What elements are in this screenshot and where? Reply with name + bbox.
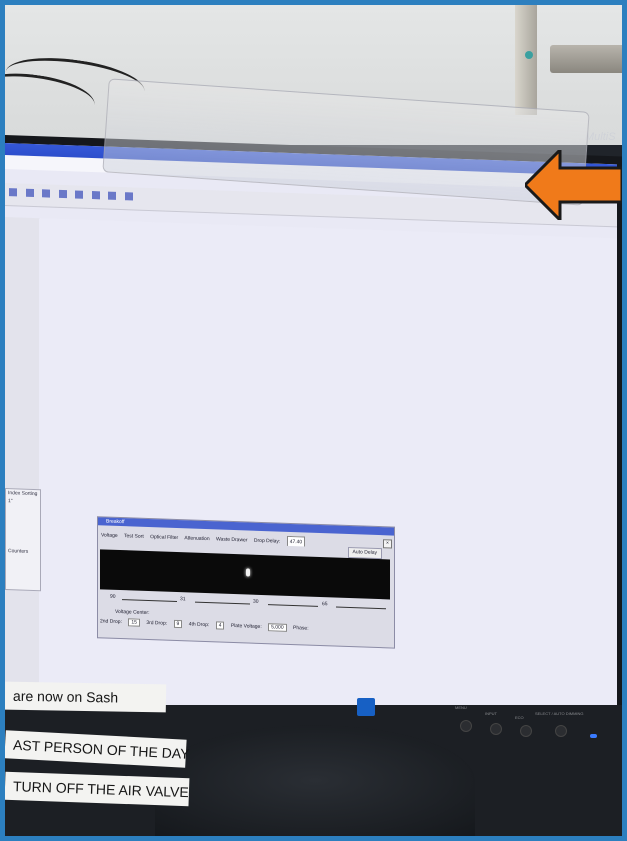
hw-label: SELECT / AUTO DIMMING — [535, 711, 584, 716]
drop3-label: 3rd Drop: — [146, 619, 168, 627]
hw-label: ECO — [515, 715, 524, 720]
toolbar-icon[interactable] — [58, 189, 67, 199]
power-led-icon — [590, 734, 597, 738]
left-panel — [5, 217, 40, 699]
eco-hw-button[interactable] — [520, 725, 532, 737]
screw-icon — [525, 51, 533, 59]
drop3-input[interactable]: 9 — [173, 619, 183, 629]
drop2-label: 2nd Drop: — [100, 618, 122, 626]
note-label: are now on Sash — [5, 681, 167, 713]
breakoff-dialog: Breakoff × Voltage Test Sort Optical Fil… — [97, 516, 395, 649]
toolbar-icon[interactable] — [124, 192, 133, 201]
select-hw-button[interactable] — [555, 725, 567, 737]
optical-filter-toggle[interactable]: Optical Filter — [150, 534, 178, 541]
photo-frame: MultiS Index Sorting 1" Counters Breakof… — [5, 5, 622, 836]
drop2-input[interactable]: 15 — [128, 618, 140, 627]
hw-label: MENU — [455, 705, 467, 710]
toolbar-icon[interactable] — [25, 188, 34, 197]
drop4-label: 4th Drop: — [188, 621, 210, 629]
attenuation-toggle[interactable]: Attenuation — [184, 535, 209, 542]
slider-track[interactable] — [122, 599, 177, 603]
hw-label: INPUT — [485, 711, 497, 716]
droplet — [246, 568, 250, 577]
monitor-screen: Index Sorting 1" Counters Breakoff × Vol… — [5, 143, 617, 725]
monitor-stand — [155, 725, 475, 836]
close-icon[interactable]: × — [383, 539, 392, 549]
slider-value: 30 — [253, 598, 259, 605]
slider-track[interactable] — [336, 606, 386, 610]
panel-line: Counters — [8, 548, 29, 555]
monitor-buttons: MENU INPUT ECO SELECT / AUTO DIMMING — [355, 695, 615, 737]
mounting-post — [515, 5, 537, 115]
toolbar-icon[interactable] — [108, 191, 117, 200]
menu-hw-button[interactable] — [460, 720, 472, 732]
drop-delay-label: Drop Delay: — [253, 537, 281, 545]
phase-label: Phase: — [293, 625, 309, 632]
sort-layout-panel: Index Sorting 1" Counters — [5, 488, 41, 592]
waste-drawer-toggle[interactable]: Waste Drawer — [216, 536, 248, 543]
slider-value: 31 — [180, 596, 186, 603]
breakoff-stream-image — [100, 549, 390, 600]
voltage-center-row: Voltage Center: — [112, 607, 154, 618]
dialog-bottom-row: 2nd Drop: 15 3rd Drop: 9 4th Drop: 4 Pla… — [100, 617, 390, 635]
toolbar-icon[interactable] — [75, 190, 84, 199]
voltage-toggle[interactable]: Voltage — [101, 532, 118, 539]
input-hw-button[interactable] — [490, 723, 502, 735]
slider-track[interactable] — [268, 604, 318, 607]
drop4-input[interactable]: 4 — [215, 621, 225, 630]
slider-value: 65 — [322, 601, 328, 608]
panel-line — [6, 505, 40, 508]
monitor-brand-label: MultiS — [585, 131, 616, 143]
toolbar-icon[interactable] — [42, 189, 51, 198]
test-sort-toggle[interactable]: Test Sort — [124, 533, 144, 540]
slider-track[interactable] — [195, 601, 250, 605]
toolbar-icon[interactable] — [91, 191, 100, 200]
drop-delay-input[interactable]: 47.40 — [286, 535, 306, 549]
plate-voltage-input[interactable]: 5,000 — [268, 623, 287, 632]
slider-value: 90 — [110, 593, 116, 600]
orange-arrow-icon — [525, 150, 622, 220]
mounting-bracket — [550, 45, 622, 73]
voltage-center-label: Voltage Center: — [115, 608, 150, 617]
plate-voltage-label: Plate Voltage: — [230, 622, 262, 630]
toolbar-icon[interactable] — [9, 188, 17, 197]
